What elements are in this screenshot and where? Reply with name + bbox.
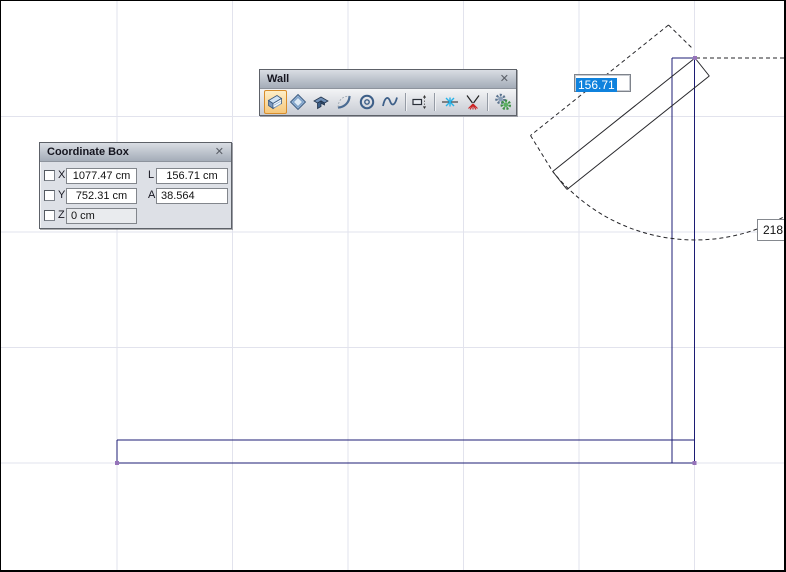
coordinate-box-close-icon[interactable]: ✕ <box>214 147 225 158</box>
toolbar-separator <box>434 93 435 111</box>
coordinate-row-y: Y 752.31 cm A 38.564 <box>44 188 227 204</box>
anchor-points[interactable] <box>115 56 697 465</box>
wall-toolbar-tools <box>260 89 516 115</box>
angle-label: A <box>148 189 155 201</box>
angle-readout-value: 218.56 <box>763 223 786 237</box>
circular-wall-tool-button[interactable] <box>356 90 379 114</box>
snap-intersection-tool-button[interactable] <box>438 90 461 114</box>
z-axis-label: Z <box>58 209 65 221</box>
z-lock-checkbox[interactable] <box>44 210 55 221</box>
angle-readout: 218.56 <box>757 219 786 241</box>
straight-wall-icon <box>265 92 285 112</box>
wall-reference-offset-icon <box>410 92 430 112</box>
length-input[interactable]: 156.71 <box>574 74 631 92</box>
curved-wall-icon <box>334 92 354 112</box>
coordinate-box-title: Coordinate Box <box>47 146 214 158</box>
split-element-icon <box>463 92 483 112</box>
length-value-field[interactable]: 156.71 cm <box>156 168 228 184</box>
coordinate-box-body: X 1077.47 cm L 156.71 cm Y 752.31 cm A 3… <box>40 162 231 224</box>
coordinate-row-z: Z 0 cm <box>44 208 227 224</box>
y-value-field[interactable]: 752.31 cm <box>66 188 137 204</box>
z-value-field[interactable]: 0 cm <box>66 208 137 224</box>
x-axis-label: X <box>58 169 65 181</box>
straight-wall-tool-button[interactable] <box>264 90 287 114</box>
wall-outlines[interactable] <box>117 58 695 463</box>
x-lock-checkbox[interactable] <box>44 170 55 181</box>
corner-wall-tool-button[interactable] <box>310 90 333 114</box>
guide-dashes <box>531 25 786 240</box>
wall-reference-offset-tool-button[interactable] <box>408 90 431 114</box>
y-axis-label: Y <box>58 189 65 201</box>
corner-wall-icon <box>311 92 331 112</box>
circular-wall-icon <box>357 92 377 112</box>
spline-wall-tool-button[interactable] <box>379 90 402 114</box>
length-label: L <box>148 169 154 181</box>
angle-value-field[interactable]: 38.564 <box>156 188 228 204</box>
curved-wall-tool-button[interactable] <box>333 90 356 114</box>
toolbar-separator <box>487 93 488 111</box>
coordinate-box: Coordinate Box ✕ X 1077.47 cm L 156.71 c… <box>39 142 232 229</box>
x-value-field[interactable]: 1077.47 cm <box>66 168 137 184</box>
settings-gears-tool-button[interactable] <box>491 90 514 114</box>
toolbar-separator <box>405 93 406 111</box>
length-input-value: 156.71 <box>576 78 617 92</box>
wall-toolbar-close-icon[interactable]: ✕ <box>499 74 510 85</box>
settings-gears-icon <box>493 92 513 112</box>
y-lock-checkbox[interactable] <box>44 190 55 201</box>
snap-intersection-icon <box>440 92 460 112</box>
wall-toolbar: Wall ✕ <box>259 69 517 116</box>
coordinate-box-titlebar[interactable]: Coordinate Box ✕ <box>40 143 231 162</box>
split-element-tool-button[interactable] <box>461 90 484 114</box>
slanted-wall-tool-button[interactable] <box>287 90 310 114</box>
wall-toolbar-title: Wall <box>267 73 499 85</box>
drawing-canvas[interactable]: 156.71 218.56 Wall ✕ <box>0 0 786 572</box>
wall-toolbar-titlebar[interactable]: Wall ✕ <box>260 70 516 89</box>
spline-wall-icon <box>380 92 400 112</box>
coordinate-row-x: X 1077.47 cm L 156.71 cm <box>44 168 227 184</box>
slanted-wall-icon <box>288 92 308 112</box>
